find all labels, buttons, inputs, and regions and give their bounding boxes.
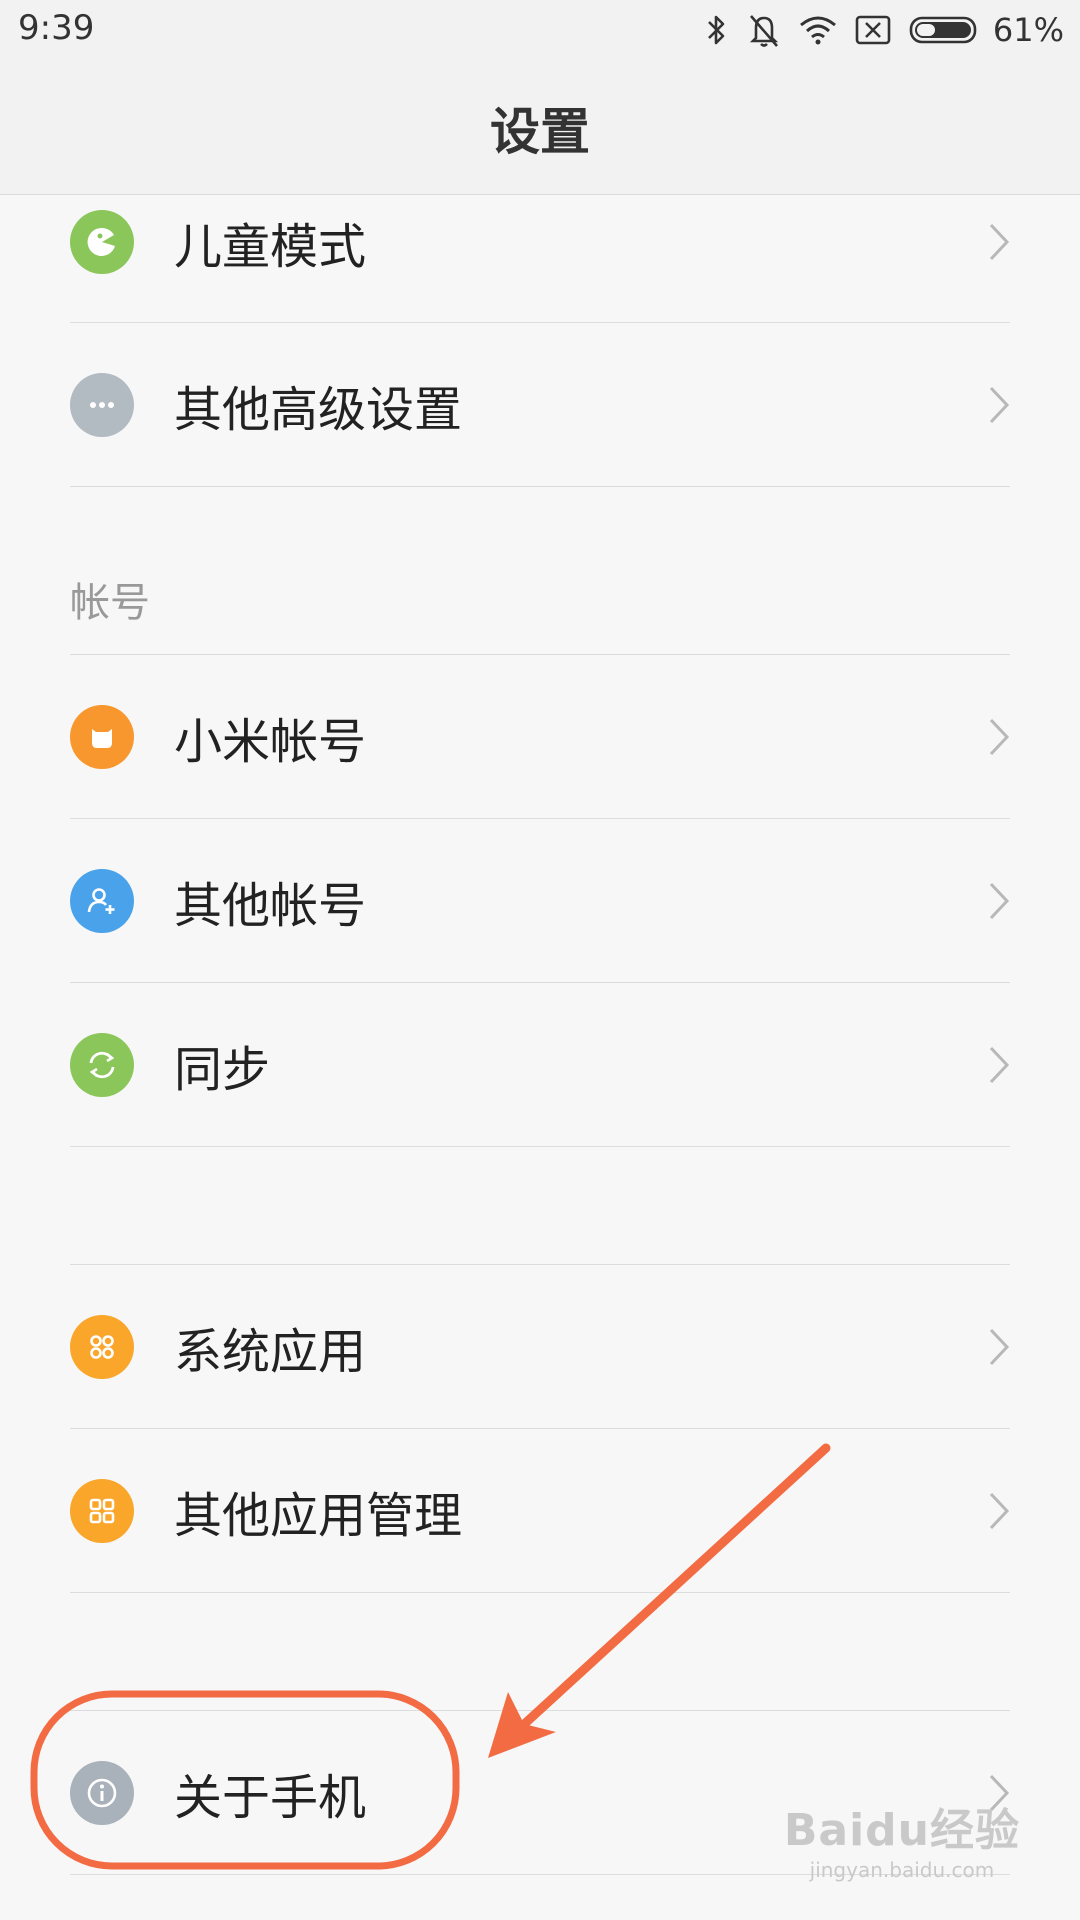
chevron-right-icon — [989, 882, 1010, 920]
battery-percent: 61% — [992, 11, 1064, 49]
settings-item-label: 其他帐号 — [174, 878, 367, 934]
chevron-right-icon — [989, 386, 1010, 424]
watermark-main: Baidu经验 — [783, 1805, 1020, 1856]
apps-icon — [70, 1315, 134, 1379]
battery-icon — [909, 16, 977, 44]
chevron-right-icon — [989, 1046, 1010, 1084]
kid-mode-icon — [70, 210, 134, 274]
settings-item-sync[interactable]: 同步 — [0, 983, 1080, 1147]
status-time: 9:39 — [18, 8, 95, 48]
status-bar: 9:39 61% — [0, 0, 1080, 62]
settings-item-other-apps-manage[interactable]: 其他应用管理 — [0, 1429, 1080, 1593]
apps-manage-icon — [70, 1479, 134, 1543]
settings-item-label: 关于手机 — [174, 1770, 367, 1826]
settings-item-label: 其他高级设置 — [174, 382, 463, 438]
settings-item-label: 其他应用管理 — [174, 1488, 463, 1544]
add-account-icon — [70, 869, 134, 933]
settings-item-other-accounts[interactable]: 其他帐号 — [0, 819, 1080, 983]
sync-icon — [70, 1033, 134, 1097]
settings-item-label: 同步 — [174, 1042, 271, 1098]
page-title: 设置 — [490, 103, 590, 161]
chevron-right-icon — [989, 1492, 1010, 1530]
bluetooth-icon — [707, 15, 725, 45]
baidu-watermark: Baidu经验 jingyan.baidu.com — [784, 1794, 1020, 1882]
sim-x-icon — [855, 15, 891, 45]
chevron-right-icon — [989, 1328, 1010, 1366]
settings-item-kid-mode[interactable]: 儿童模式 — [0, 160, 1080, 324]
info-icon — [70, 1761, 134, 1825]
divider — [70, 1592, 1010, 1593]
section-header-account: 帐号 — [70, 580, 150, 626]
divider — [70, 1146, 1010, 1147]
settings-item-label: 系统应用 — [174, 1324, 367, 1380]
settings-item-label: 小米帐号 — [174, 714, 367, 770]
settings-item-label: 儿童模式 — [174, 219, 367, 275]
chevron-right-icon — [989, 223, 1010, 261]
settings-item-advanced[interactable]: 其他高级设置 — [0, 323, 1080, 487]
watermark-sub: jingyan.baidu.com — [809, 1858, 995, 1882]
bell-off-icon — [749, 15, 779, 47]
more-dots-icon — [70, 373, 134, 437]
wifi-icon — [799, 16, 836, 45]
mi-account-icon — [70, 705, 134, 769]
settings-item-system-apps[interactable]: 系统应用 — [0, 1265, 1080, 1429]
chevron-right-icon — [989, 718, 1010, 756]
status-icons: 61% — [705, 10, 1064, 50]
settings-item-mi-account[interactable]: 小米帐号 — [0, 655, 1080, 819]
divider — [70, 486, 1010, 487]
